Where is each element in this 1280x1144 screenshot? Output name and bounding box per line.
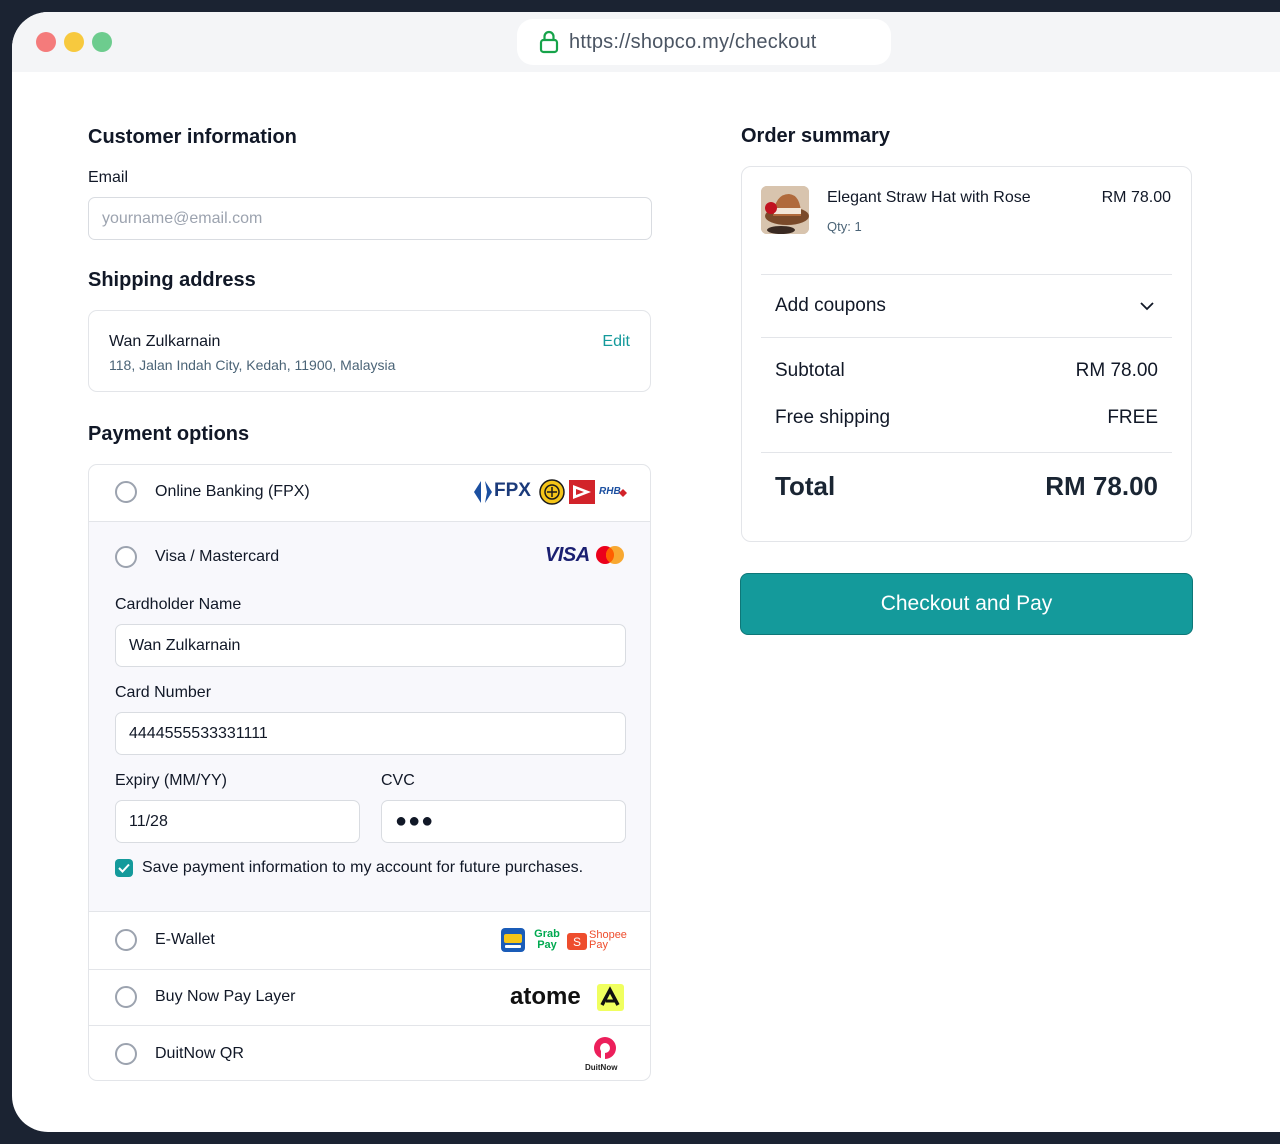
fpx-logo-text: FPX (494, 480, 531, 501)
total-value: RM 78.00 (1045, 471, 1158, 501)
cimb-logo-icon (569, 480, 595, 504)
divider (761, 274, 1172, 275)
subtotal-label: Subtotal (775, 360, 845, 381)
browser-toolbar: https://shopco.my/checkout (12, 12, 1280, 72)
cvc-label: CVC (381, 772, 415, 789)
bnpl-radio[interactable] (115, 986, 137, 1008)
mastercard-logo-icon (596, 546, 624, 564)
duitnow-logo-icon (594, 1037, 616, 1059)
fpx-radio[interactable] (115, 481, 137, 503)
cardholder-name-label: Cardholder Name (115, 596, 242, 613)
customer-info-title: Customer information (88, 126, 297, 148)
total-label: Total (775, 471, 836, 501)
card-payment-panel: Visa / Mastercard VISA Cardholder Name W… (89, 521, 650, 912)
shipping-name: Wan Zulkarnain (109, 333, 221, 350)
visa-radio[interactable] (115, 546, 137, 568)
card-number-input[interactable]: 4444555533331111 (115, 712, 626, 755)
atome-mark-icon (597, 984, 624, 1011)
ewallet-radio[interactable] (115, 929, 137, 951)
payment-options-title: Payment options (88, 423, 250, 445)
product-name: Elegant Straw Hat with Rose (827, 189, 1031, 206)
expiry-label: Expiry (MM/YY) (115, 772, 227, 789)
url-text: https://shopco.my/checkout (569, 30, 817, 53)
shipping-address-line: 118, Jalan Indah City, Kedah, 11900, Mal… (109, 357, 396, 373)
shopee-bag-icon: S (567, 933, 587, 950)
svg-text:S: S (573, 935, 581, 949)
cvc-input[interactable]: ●●● (381, 800, 626, 843)
atome-logo-text: atome (510, 983, 581, 1010)
minimize-window-button[interactable] (64, 32, 84, 52)
checkmark-icon (118, 863, 130, 873)
duitnow-radio[interactable] (115, 1043, 137, 1065)
rhb-diamond-icon (619, 489, 627, 497)
product-price: RM 78.00 (1101, 189, 1171, 206)
chevron-down-icon[interactable] (1139, 298, 1155, 314)
maybank-logo-icon (539, 479, 565, 505)
address-bar[interactable]: https://shopco.my/checkout (517, 19, 891, 65)
card-number-label: Card Number (115, 684, 212, 701)
lock-icon (539, 30, 559, 54)
bnpl-label: Buy Now Pay Layer (155, 988, 296, 1005)
payment-options-list: Online Banking (FPX) FPX RHB Visa / Mast… (88, 464, 651, 1081)
product-qty: Qty: 1 (827, 219, 862, 234)
add-coupons-toggle[interactable]: Add coupons (775, 295, 886, 317)
shipping-address-card: Wan Zulkarnain 118, Jalan Indah City, Ke… (88, 310, 651, 392)
payment-option-duitnow[interactable]: DuitNow QR DuitNow (89, 1025, 650, 1080)
grabpay-logo-text: Grab Pay (534, 928, 560, 951)
edit-address-link[interactable]: Edit (602, 333, 630, 351)
browser-window: https://shopco.my/checkout Customer info… (12, 12, 1280, 1132)
order-summary-title: Order summary (741, 125, 890, 147)
email-input[interactable]: yourname@email.com (88, 197, 652, 240)
shipping-cost-value: FREE (1107, 407, 1158, 428)
order-summary-card: Elegant Straw Hat with Rose Qty: 1 RM 78… (741, 166, 1192, 542)
touchngo-logo-icon (501, 928, 525, 952)
visa-logo-text: VISA (545, 544, 590, 566)
checkout-and-pay-button[interactable]: Checkout and Pay (740, 573, 1193, 635)
subtotal-value: RM 78.00 (1075, 360, 1158, 381)
close-window-button[interactable] (36, 32, 56, 52)
save-payment-checkbox[interactable] (115, 859, 133, 877)
cardholder-name-input[interactable]: Wan Zulkarnain (115, 624, 626, 667)
email-label: Email (88, 169, 129, 186)
visa-label: Visa / Mastercard (155, 548, 280, 565)
shopeepay-logo-text: Shopee Pay (589, 929, 627, 951)
divider (761, 452, 1172, 453)
straw-hat-image (761, 186, 809, 234)
payment-option-fpx[interactable]: Online Banking (FPX) FPX RHB (89, 465, 650, 521)
duitnow-logo-text: DuitNow (585, 1063, 618, 1072)
divider (761, 337, 1172, 338)
maximize-window-button[interactable] (92, 32, 112, 52)
expiry-input[interactable]: 11/28 (115, 800, 360, 843)
product-thumbnail[interactable] (761, 186, 809, 234)
rhb-logo-text: RHB (599, 486, 621, 497)
duitnow-label: DuitNow QR (155, 1045, 244, 1062)
save-payment-text: Save payment information to my account f… (142, 859, 584, 876)
shipping-cost-label: Free shipping (775, 407, 891, 428)
payment-option-ewallet[interactable]: E-Wallet Grab Pay S Shopee Pay (89, 912, 650, 969)
ewallet-label: E-Wallet (155, 931, 215, 948)
shipping-address-title: Shipping address (88, 269, 256, 291)
payment-option-bnpl[interactable]: Buy Now Pay Layer atome (89, 969, 650, 1025)
fpx-label: Online Banking (FPX) (155, 483, 310, 500)
